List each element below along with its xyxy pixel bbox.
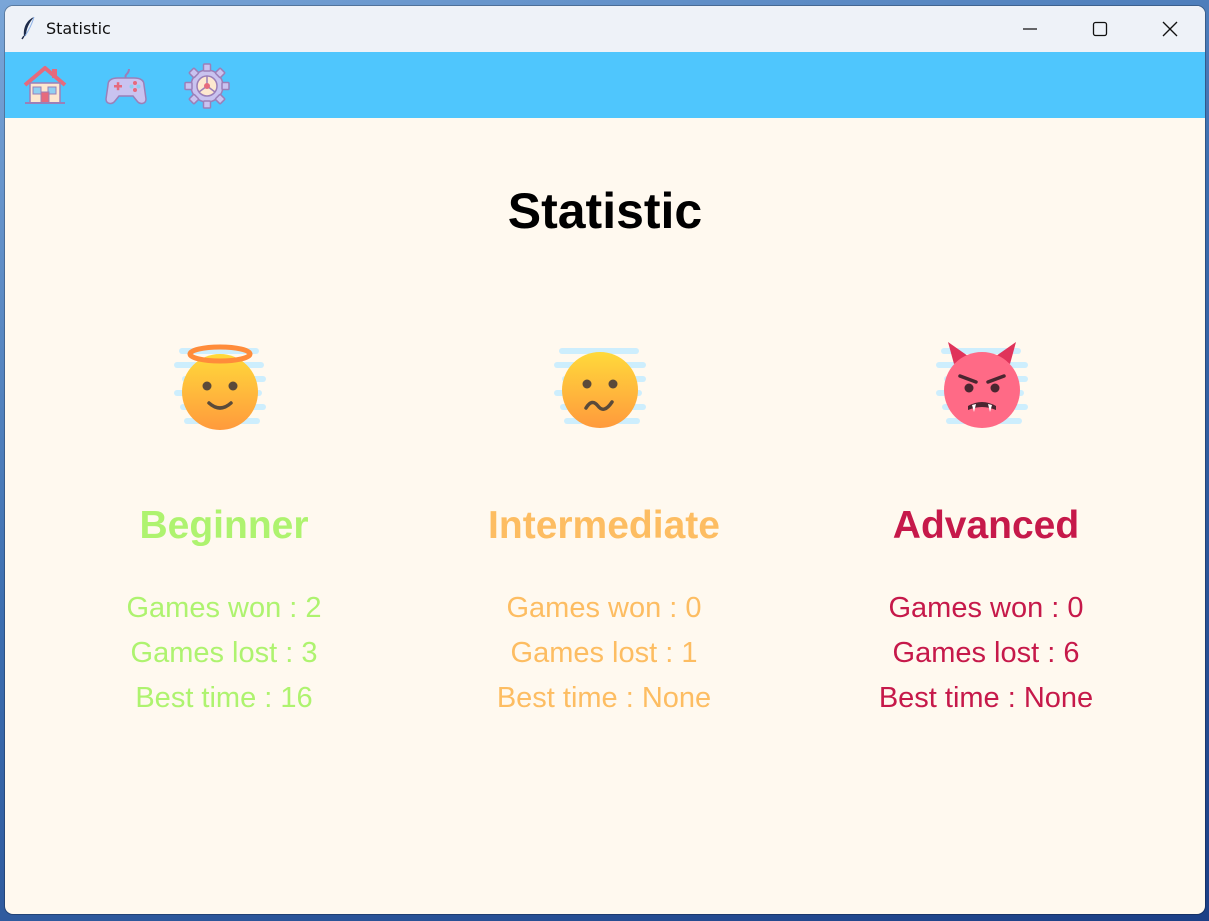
toolbar [5,52,1205,118]
confused-face-icon [554,348,646,428]
maximize-icon [1092,21,1108,37]
minimize-icon [1023,28,1037,30]
level-name: Advanced [892,504,1080,547]
title-bar: Statistic [5,6,1205,52]
close-icon [1162,21,1178,37]
level-name: Intermediate [488,504,720,547]
angel-face-icon [174,344,266,430]
game-button[interactable] [102,63,150,109]
games-lost: Games lost : 1 [510,637,698,669]
games-won: Games won : 0 [888,592,1084,624]
best-time: Best time : 16 [135,682,313,714]
page-title: Statistic [507,183,703,239]
feather-icon [21,16,35,40]
maximize-button[interactable] [1065,6,1135,52]
statistic-window: Statistic Statistic Beginner Games won:… [5,6,1205,914]
best-time: Best time : None [496,682,712,714]
home-button[interactable] [21,63,69,109]
level-name: Beginner [139,504,309,547]
gamepad-icon [105,68,147,105]
home-icon [23,66,67,104]
advanced-stats: Advanced Games won : 0 Games lost : 6 Be… [806,336,1166,736]
minimize-button[interactable] [995,6,1065,52]
devil-face-icon [936,342,1028,428]
close-button[interactable] [1135,6,1205,52]
settings-gear-icon [184,63,230,109]
games-lost: Games lost : 6 [892,637,1080,669]
settings-button[interactable] [183,63,231,109]
best-time: Best time : None [878,682,1094,714]
games-lost: Games lost : 3 [130,637,318,669]
beginner-stats: Beginner Games won : 2 Games lost : 3 Be… [44,336,404,736]
window-title: Statistic [46,19,111,38]
games-won: Games won : 0 [506,592,702,624]
games-won: Games won : 2 [126,592,322,624]
intermediate-stats: Intermediate Games won : 0 Games lost : … [424,336,784,736]
